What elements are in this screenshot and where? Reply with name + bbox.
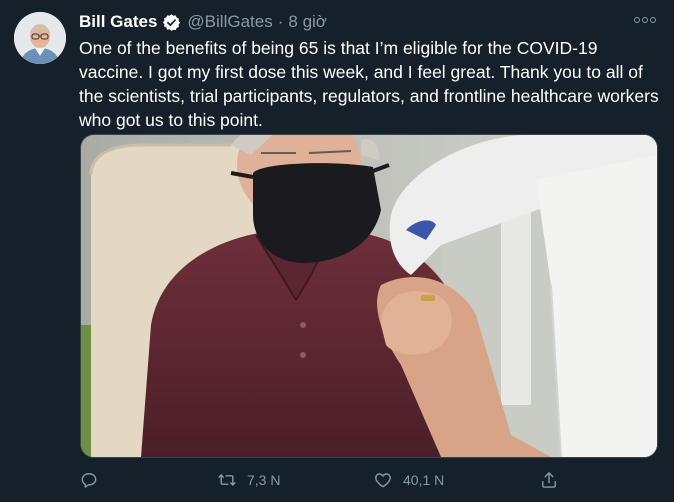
avatar[interactable] [14, 12, 66, 64]
tweet-action-bar: 7,3 N 40,1 N [79, 466, 565, 494]
verified-badge-icon [162, 13, 181, 32]
tweet-timestamp[interactable]: 8 giờ [288, 12, 327, 32]
retweet-icon [218, 474, 236, 486]
reply-icon [81, 473, 97, 488]
share-icon [542, 472, 556, 488]
separator-dot: · [277, 12, 284, 31]
like-count: 40,1 N [403, 472, 445, 488]
share-button[interactable] [539, 466, 569, 494]
reply-button[interactable] [79, 466, 109, 494]
tweet-header: Bill Gates @BillGates · 8 giờ [79, 10, 327, 34]
author-handle[interactable]: @BillGates [187, 12, 272, 32]
tweet-text: One of the benefits of being 65 is that … [79, 38, 659, 130]
more-options-icon[interactable] [634, 12, 656, 28]
vaccination-photo [81, 135, 657, 457]
like-button[interactable]: 40,1 N [373, 466, 444, 494]
avatar-image [14, 12, 66, 64]
heart-icon [375, 473, 391, 488]
tweet-photo[interactable] [80, 134, 658, 458]
retweet-button[interactable]: 7,3 N [217, 466, 280, 494]
author-display-name[interactable]: Bill Gates [79, 12, 157, 32]
retweet-count: 7,3 N [247, 472, 281, 488]
